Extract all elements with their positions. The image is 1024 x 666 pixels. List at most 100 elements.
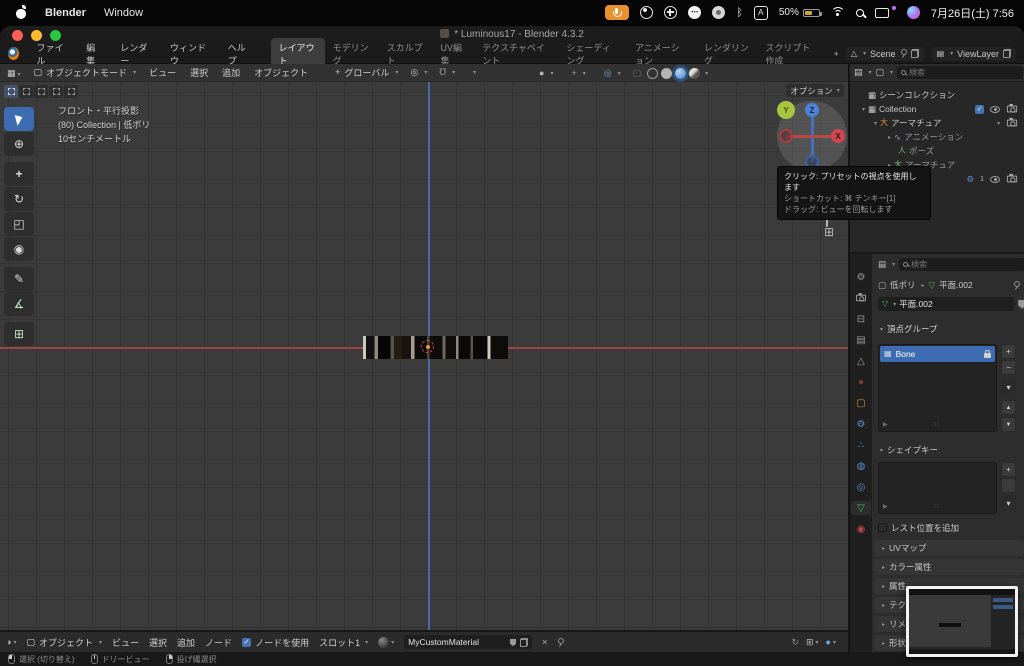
disable-render-icon[interactable] [1006, 117, 1018, 127]
tool-add-cube[interactable]: ⊞ [4, 322, 34, 346]
gizmo-axis-x[interactable]: X [831, 129, 845, 143]
menubar-window-menu[interactable]: Window [104, 7, 143, 19]
overlays-toggle[interactable]: ◎ ▾ [598, 68, 627, 78]
tab-object-data[interactable]: ▽ [851, 501, 871, 515]
viewport-canvas[interactable]: オプション ▾ フロント・平行投影 (80) Collection | 低ポリ … [0, 82, 848, 630]
expand-icon[interactable]: ▾ [874, 120, 877, 127]
use-nodes-checkbox[interactable]: ✓ [242, 637, 252, 647]
wifi-icon[interactable] [830, 7, 845, 18]
tab-render[interactable] [851, 291, 871, 305]
fake-user-shield-icon[interactable] [509, 638, 517, 646]
select-mode-set-button[interactable] [4, 85, 18, 98]
fake-user-button[interactable] [1018, 297, 1024, 311]
gizmo-axis-z[interactable]: Z [805, 103, 819, 117]
hide-eye-icon[interactable] [990, 105, 1000, 113]
outliner-row-scene-collection[interactable]: ▦ シーンコレクション [850, 88, 1024, 102]
viewport-menu-add[interactable]: 追加 [215, 66, 247, 79]
scene-selector[interactable]: △ ▾ Scene [845, 46, 924, 61]
shader-type-dropdown[interactable]: ▢ オブジェクト ▾ [26, 636, 102, 649]
tab-object[interactable]: ▢ [851, 396, 871, 410]
shading-rendered-button[interactable] [689, 67, 701, 79]
shader-menu-select[interactable]: 選択 [149, 636, 167, 649]
shading-material-preview-button[interactable] [675, 67, 687, 79]
datablock-name-field[interactable]: ▽ ▾ [878, 297, 1015, 311]
snap-cursor-icon[interactable]: ↻ [791, 637, 799, 647]
vertex-group-item-bone[interactable]: ▦ Bone [880, 346, 995, 362]
line-app-icon[interactable]: ⋯ [688, 6, 702, 19]
outliner-row-animation[interactable]: ▸ ∿ アニメーション [850, 130, 1024, 144]
menu-edit[interactable]: 編集 [77, 41, 111, 67]
tool-select-box[interactable] [4, 107, 34, 131]
collection-checkbox[interactable]: ✓ [975, 104, 984, 114]
outliner-row-armature-object[interactable]: ▾ 大 アーマチュア ▾ [850, 116, 1024, 130]
tab-scene[interactable]: △ [851, 354, 871, 368]
transform-orientation-dropdown[interactable]: + グローバル ▾ [329, 66, 404, 79]
browser-status-icon[interactable] [712, 6, 726, 19]
apple-logo-icon[interactable] [16, 5, 27, 19]
properties-search[interactable] [899, 257, 1024, 271]
new-scene-icon[interactable] [910, 49, 919, 58]
outliner-search[interactable] [897, 66, 1024, 79]
gizmos-toggle[interactable]: + ▾ [565, 68, 591, 78]
bluetooth-icon[interactable]: ᛒ [736, 7, 743, 19]
mode-dropdown[interactable]: ▢ オブジェクトモード ▾ [28, 66, 143, 79]
input-source-indicator[interactable]: A [753, 5, 768, 20]
menu-help[interactable]: ヘルプ [219, 41, 261, 67]
panel-uv-maps[interactable]: ▸ UVマップ [874, 540, 1024, 556]
vertex-group-remove-button[interactable]: − [1001, 360, 1016, 375]
tab-view-layer[interactable]: ▤ [851, 333, 871, 347]
select-mode-subtract-button[interactable] [34, 85, 48, 98]
shader-menu-node[interactable]: ノード [205, 636, 232, 649]
viewlayer-selector[interactable]: ▤ ▾ ViewLayer [931, 46, 1016, 61]
shape-key-specials-menu[interactable]: ▾ [1001, 496, 1016, 511]
editor-type-button[interactable]: ◑ ▾ [6, 637, 16, 647]
tool-annotate[interactable]: ✎ [4, 267, 34, 291]
rest-position-checkbox[interactable] [878, 523, 887, 532]
show-object-types-dropdown[interactable]: ● ▾ [533, 68, 559, 78]
tool-scale[interactable]: ◰ [4, 212, 34, 236]
xray-toggle[interactable]: ▢ [633, 68, 642, 78]
outliner-row-pose[interactable]: 人 ポーズ [850, 144, 1024, 158]
list-grip-icon[interactable]: ∷ [935, 503, 939, 510]
menubar-clock[interactable]: 7月26日(土) 7:56 [931, 5, 1014, 21]
pivot-point-dropdown[interactable]: ◎ ▾ [404, 68, 433, 77]
menu-render[interactable]: レンダー [111, 41, 161, 67]
unpin-icon[interactable] [900, 49, 907, 58]
proportional-edit-toggle[interactable]: ▾ [461, 69, 482, 76]
datablock-name-input[interactable] [899, 299, 1011, 309]
pin-material-icon[interactable] [557, 637, 565, 647]
viewport-menu-view[interactable]: ビュー [142, 66, 183, 79]
siri-icon[interactable] [906, 6, 920, 19]
tab-modifiers[interactable]: ⚙ [851, 417, 871, 431]
material-slot-dropdown[interactable]: スロット1 ▾ [319, 636, 368, 649]
app-status-icon[interactable] [664, 6, 678, 19]
select-mode-invert-button[interactable] [49, 85, 63, 98]
shader-menu-view[interactable]: ビュー [112, 636, 139, 649]
vertex-groups-panel-header[interactable]: ▾ 頂点グループ [872, 322, 1024, 336]
viewport-menu-select[interactable]: 選択 [183, 66, 215, 79]
add-workspace-button[interactable]: + [827, 49, 846, 59]
breadcrumb-object[interactable]: 低ポリ [890, 279, 916, 291]
use-nodes-toggle[interactable]: ✓ ノードを使用 [242, 636, 309, 649]
shape-key-remove-button[interactable] [1001, 478, 1016, 493]
disable-render-icon[interactable] [1006, 173, 1018, 183]
toggle-ortho-button[interactable]: ⊞ [824, 225, 834, 239]
shape-key-add-button[interactable]: + [1001, 462, 1016, 477]
copy-material-icon[interactable] [520, 637, 529, 647]
blender-logo-icon[interactable] [8, 47, 20, 60]
list-grip-icon[interactable]: ∷ [935, 421, 939, 428]
microphone-indicator-icon[interactable] [605, 5, 630, 20]
properties-search-input[interactable] [911, 259, 1022, 269]
tab-particles[interactable]: ∴ [851, 438, 871, 452]
outliner-display-mode-icon[interactable]: ▤ [854, 68, 863, 77]
mesh-object-plane[interactable] [363, 336, 508, 359]
tool-move[interactable]: + [4, 162, 34, 186]
shading-solid-button[interactable] [661, 67, 673, 79]
list-expand-icon[interactable]: ▶ [883, 503, 888, 510]
panel-color-attributes[interactable]: ▸ カラー属性 [874, 559, 1024, 575]
tool-transform[interactable]: ◉ [4, 237, 34, 261]
vertex-group-specials-menu[interactable]: ▾ [1001, 380, 1016, 395]
select-mode-intersect-button[interactable] [64, 85, 78, 98]
vertex-groups-list[interactable]: ▦ Bone ▶ ∷ [878, 344, 997, 432]
breadcrumb-data[interactable]: 平面.002 [939, 279, 973, 291]
